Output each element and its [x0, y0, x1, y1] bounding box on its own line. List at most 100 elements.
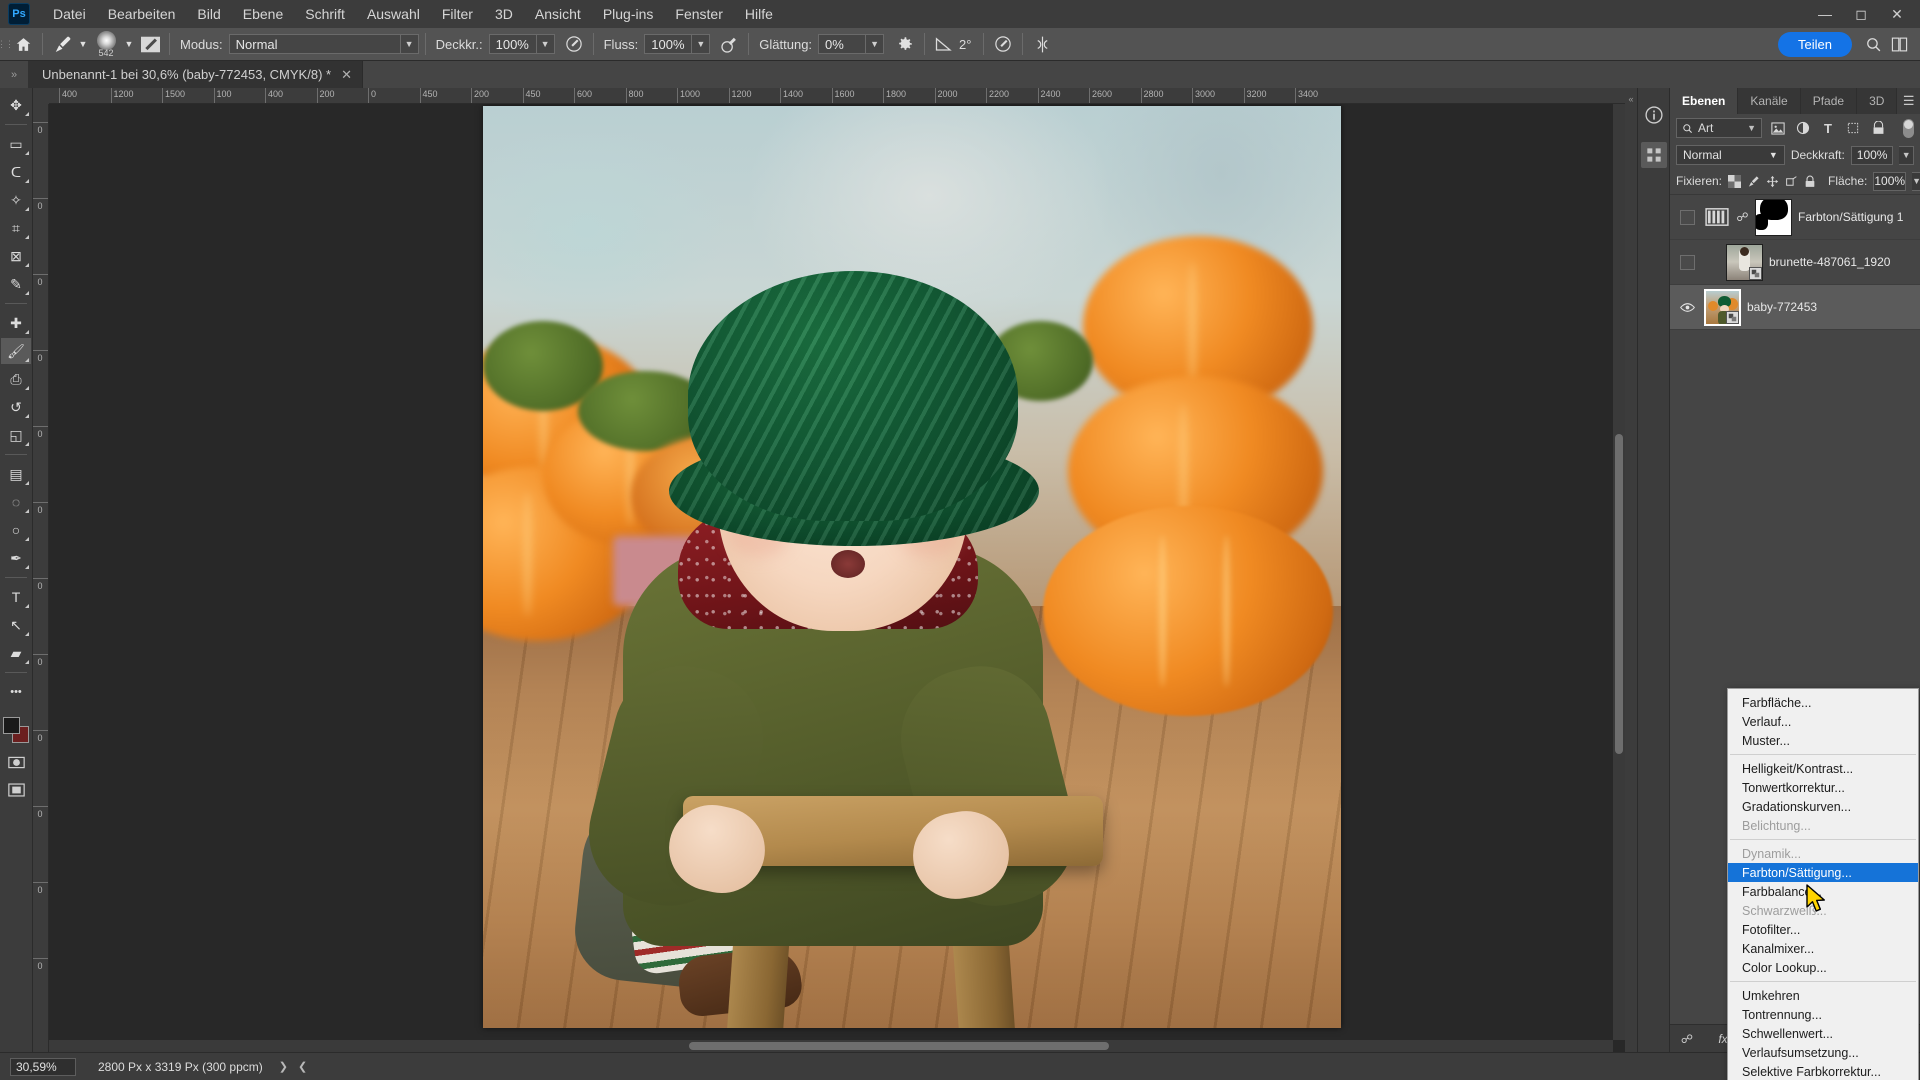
menu-item-plug-ins[interactable]: Plug-ins — [592, 2, 665, 26]
lock-transparency-icon[interactable] — [1728, 172, 1742, 191]
gradient-tool[interactable]: ▤ — [1, 461, 31, 487]
filter-toggle[interactable] — [1903, 118, 1914, 138]
brush-preset-icon[interactable] — [137, 32, 163, 56]
brush-icon[interactable] — [49, 32, 75, 56]
chevron-down-icon[interactable]: ▼ — [1747, 123, 1756, 133]
search-icon[interactable] — [1860, 32, 1886, 56]
healing-brush-tool[interactable]: ✚ — [1, 310, 31, 336]
dodge-tool[interactable]: ○ — [1, 517, 31, 543]
pen-tool[interactable]: ✒ — [1, 545, 31, 571]
hue-saturation-adjustment-icon[interactable] — [1704, 206, 1730, 228]
gear-icon[interactable] — [892, 32, 918, 56]
flow-input[interactable]: 100% — [644, 34, 693, 54]
move-tool[interactable]: ✥ — [1, 92, 31, 118]
lock-all-icon[interactable] — [1804, 172, 1816, 191]
menu-item-verlauf[interactable]: Verlauf... — [1728, 712, 1918, 731]
pressure-opacity-icon[interactable] — [561, 32, 587, 56]
crop-tool[interactable]: ⌗ — [1, 215, 31, 241]
menu-item-bild[interactable]: Bild — [186, 2, 231, 26]
lock-position-icon[interactable] — [1766, 172, 1779, 191]
panel-menu-icon[interactable]: ☰ — [1897, 88, 1920, 114]
scrollbar-thumb[interactable] — [1615, 434, 1623, 754]
canvas-area[interactable] — [49, 104, 1625, 1052]
mask-link-icon[interactable]: ☍ — [1736, 210, 1749, 224]
quick-mask-icon[interactable] — [1, 749, 31, 775]
menu-item-farbton-s-ttigung[interactable]: Farbton/Sättigung... — [1728, 863, 1918, 882]
arrange-icon[interactable] — [1886, 32, 1912, 56]
eraser-tool[interactable]: ◱ — [1, 422, 31, 448]
layer-thumbnail[interactable] — [1726, 243, 1763, 281]
fill-input[interactable]: 100% — [1873, 171, 1907, 191]
marquee-tool[interactable]: ▭ — [1, 131, 31, 157]
options-bar-grip[interactable]: ⋮⋮ — [0, 28, 14, 60]
path-selection-tool[interactable]: ↖ — [1, 612, 31, 638]
menu-item-helligkeit-kontrast[interactable]: Helligkeit/Kontrast... — [1728, 759, 1918, 778]
table-row[interactable]: brunette-487061_1920 — [1670, 240, 1920, 285]
menu-item-kanalmixer[interactable]: Kanalmixer... — [1728, 939, 1918, 958]
adjustment-filter-icon[interactable] — [1794, 119, 1812, 137]
smoothing-chevron-icon[interactable]: ▼ — [866, 34, 885, 54]
menu-item-gradationskurven[interactable]: Gradationskurven... — [1728, 797, 1918, 816]
screen-mode-icon[interactable] — [1, 777, 31, 803]
shape-filter-icon[interactable] — [1844, 119, 1862, 137]
mode-chevron-icon[interactable]: ▼ — [400, 34, 419, 54]
menu-item-umkehren[interactable]: Umkehren — [1728, 986, 1918, 1005]
menu-item-3d[interactable]: 3D — [484, 2, 524, 26]
minimize-icon[interactable]: — — [1814, 3, 1836, 25]
color-swatches[interactable] — [1, 715, 31, 747]
blur-tool[interactable]: ◌ — [1, 489, 31, 515]
menu-item-tonwertkorrektur[interactable]: Tonwertkorrektur... — [1728, 778, 1918, 797]
type-filter-icon[interactable]: T — [1819, 119, 1837, 137]
brush-size-chevron-icon[interactable]: ▼ — [121, 32, 137, 56]
dock-collapse-handle[interactable]: « — [1625, 88, 1637, 1052]
actions-icon[interactable] — [1640, 142, 1667, 168]
menu-item-filter[interactable]: Filter — [431, 2, 484, 26]
table-row[interactable]: baby-772453 — [1670, 285, 1920, 330]
menu-item-datei[interactable]: Datei — [42, 2, 97, 26]
airbrush-icon[interactable] — [716, 32, 742, 56]
pressure-size-icon[interactable] — [990, 32, 1016, 56]
smart-object-filter-icon[interactable] — [1869, 119, 1887, 137]
maximize-icon[interactable]: ◻ — [1850, 3, 1872, 25]
canvas-scrollbar-vertical[interactable] — [1613, 104, 1625, 1040]
lock-artboard-icon[interactable] — [1785, 172, 1798, 191]
image-filter-icon[interactable] — [1769, 119, 1787, 137]
share-button[interactable]: Teilen — [1778, 31, 1852, 57]
opacity-input[interactable]: 100% — [488, 34, 537, 54]
menu-item-schrift[interactable]: Schrift — [294, 2, 356, 26]
lasso-tool[interactable]: ᑕ — [1, 159, 31, 185]
menu-item-muster[interactable]: Muster... — [1728, 731, 1918, 750]
mode-select[interactable]: Normal — [228, 34, 401, 54]
menu-item-ebene[interactable]: Ebene — [232, 2, 294, 26]
layer-visibility-toggle[interactable] — [1676, 302, 1698, 313]
document-tab[interactable]: Unbenannt-1 bei 30,6% (baby-772453, CMYK… — [28, 61, 363, 88]
menu-item-selektive-farbkorrektur[interactable]: Selektive Farbkorrektur... — [1728, 1062, 1918, 1080]
opacity-chevron-icon[interactable]: ▼ — [536, 34, 555, 54]
brush-chevron-icon[interactable]: ▼ — [75, 32, 91, 56]
artboard[interactable] — [483, 106, 1341, 1028]
table-row[interactable]: ☍ Farbton/Sättigung 1 — [1670, 195, 1920, 240]
shape-tool[interactable]: ▰ — [1, 640, 31, 666]
home-icon[interactable] — [10, 32, 36, 56]
opacity-chevron-icon[interactable]: ▼ — [1899, 145, 1914, 165]
menu-item-fenster[interactable]: Fenster — [664, 2, 733, 26]
menu-item-ansicht[interactable]: Ansicht — [524, 2, 592, 26]
info-icon[interactable] — [1641, 102, 1667, 128]
blend-mode-select[interactable]: Normal ▼ — [1676, 145, 1785, 165]
history-brush-tool[interactable]: ↺ — [1, 394, 31, 420]
menu-item-tontrennung[interactable]: Tontrennung... — [1728, 1005, 1918, 1024]
canvas-scrollbar-horizontal[interactable] — [49, 1040, 1613, 1052]
layer-visibility-toggle[interactable] — [1676, 209, 1698, 225]
angle-value[interactable]: 2° — [959, 37, 971, 52]
close-icon[interactable]: ✕ — [341, 67, 352, 83]
object-selection-tool[interactable]: ✧ — [1, 187, 31, 213]
brush-preview[interactable]: 542 — [91, 31, 121, 58]
foreground-color-swatch[interactable] — [3, 717, 20, 734]
chevron-double-right-icon[interactable]: » — [0, 61, 28, 88]
menu-item-fotofilter[interactable]: Fotofilter... — [1728, 920, 1918, 939]
clone-stamp-tool[interactable]: ⎙ — [1, 366, 31, 392]
chevron-down-icon[interactable]: ▼ — [1769, 150, 1778, 160]
eyedropper-tool[interactable]: ✎ — [1, 271, 31, 297]
angle-icon[interactable] — [931, 32, 957, 56]
type-tool[interactable]: T — [1, 584, 31, 610]
